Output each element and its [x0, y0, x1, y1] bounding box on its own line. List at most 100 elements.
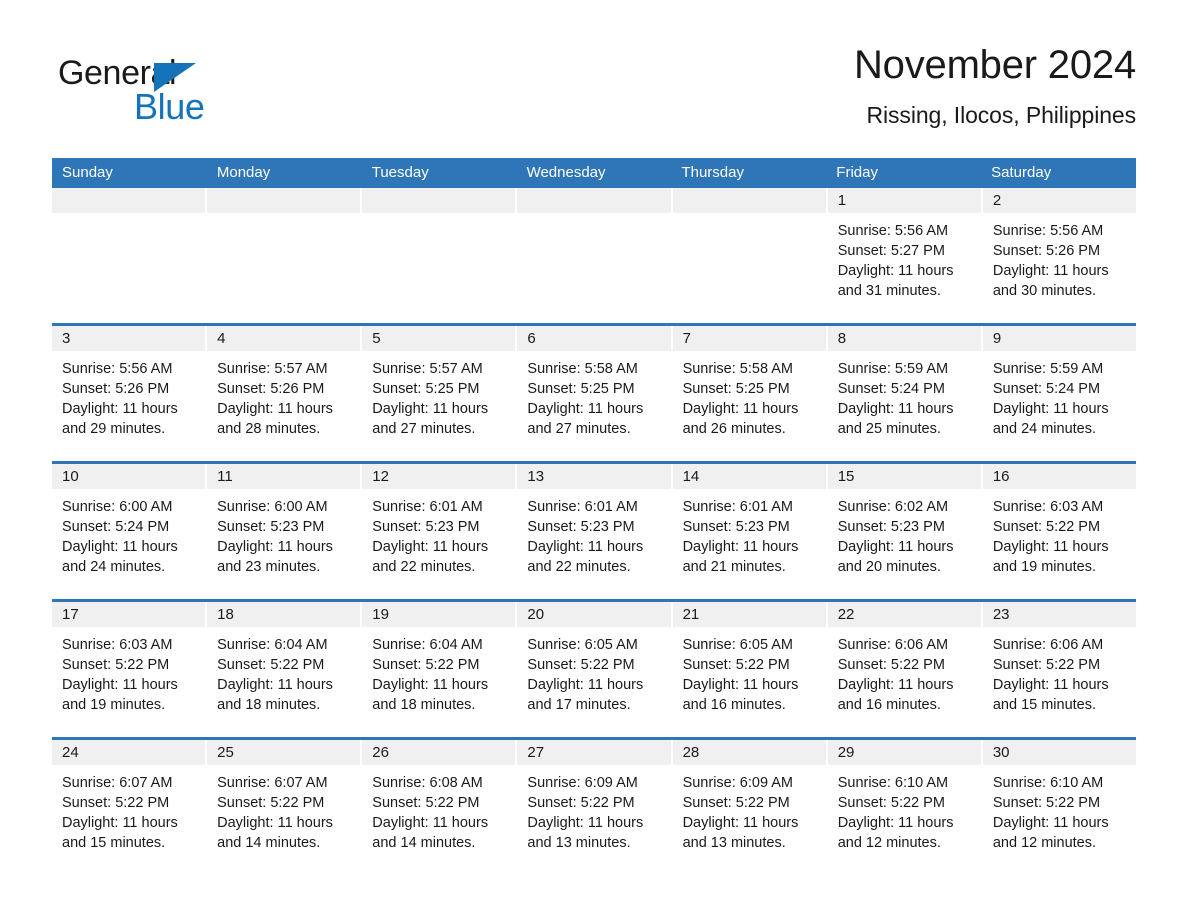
calendar-day-cell[interactable]: 11 Sunrise: 6:00 AM Sunset: 5:23 PM Dayligh…	[207, 464, 363, 599]
day-details: Sunrise: 6:09 AM Sunset: 5:22 PM Daylight:…	[517, 765, 670, 853]
day-daylight2-text: and 19 minutes.	[62, 697, 166, 713]
day-daylight1-text: Daylight: 11 hours	[837, 263, 954, 279]
calendar-day-cell[interactable]: 28 Sunrise: 6:09 AM Sunset: 5:22 PM Dayligh…	[672, 740, 828, 853]
calendar-day-cell[interactable]: 8 Sunrise: 5:59 AM Sunset: 5:24 PM Daylight…	[827, 326, 983, 461]
calendar-day-cell[interactable]: 29 Sunrise: 6:10 AM Sunset: 5:22 PM Dayligh…	[827, 740, 983, 853]
calendar-day-cell[interactable]: 30 Sunrise: 6:10 AM Sunset: 5:22 PM Dayligh…	[982, 740, 1136, 853]
calendar-day-cell[interactable]: 10 Sunrise: 6:00 AM Sunset: 5:24 PM Dayligh…	[52, 464, 208, 599]
day-number: 19	[362, 602, 516, 627]
calendar-day-cell[interactable]: 14 Sunrise: 6:01 AM Sunset: 5:23 PM Dayligh…	[672, 464, 828, 599]
day-daylight2-text: and 17 minutes.	[527, 697, 631, 713]
weekday-header-row: Sunday Monday Tuesday Wednesday Thursday…	[52, 158, 1136, 188]
day-sunrise-text: Sunrise: 6:03 AM	[992, 499, 1104, 515]
calendar-day-cell[interactable]: 6 Sunrise: 5:58 AM Sunset: 5:25 PM Daylight…	[517, 326, 673, 461]
day-details: Sunrise: 6:03 AM Sunset: 5:22 PM Daylight:…	[983, 489, 1136, 599]
calendar-day-cell[interactable]: 22 Sunrise: 6:06 AM Sunset: 5:22 PM Dayligh…	[827, 602, 983, 737]
day-daylight2-text: and 14 minutes.	[372, 835, 476, 851]
day-sunset-text: Sunset: 5:24 PM	[837, 381, 945, 397]
day-sunset-text: Sunset: 5:26 PM	[992, 243, 1101, 259]
day-daylight2-text: and 27 minutes.	[527, 421, 631, 437]
day-sunrise-text: Sunrise: 6:03 AM	[62, 637, 173, 653]
day-sunrise-text: Sunrise: 5:57 AM	[217, 361, 328, 377]
calendar-day-cell[interactable]: 26 Sunrise: 6:08 AM Sunset: 5:22 PM Dayligh…	[362, 740, 518, 853]
day-number: 14	[672, 464, 826, 489]
calendar-day-cell[interactable]: 16 Sunrise: 6:03 AM Sunset: 5:22 PM Dayligh…	[982, 464, 1136, 599]
day-sunrise-text: Sunrise: 6:02 AM	[837, 499, 949, 515]
day-daylight1-text: Daylight: 11 hours	[62, 401, 178, 417]
day-daylight1-text: Daylight: 11 hours	[682, 815, 799, 831]
calendar-day-cell[interactable]: 23 Sunrise: 6:06 AM Sunset: 5:22 PM Dayligh…	[982, 602, 1136, 737]
calendar-day-cell-empty	[517, 188, 673, 323]
day-number: 13	[517, 464, 671, 489]
day-sunset-text: Sunset: 5:22 PM	[837, 795, 945, 811]
day-sunset-text: Sunset: 5:22 PM	[682, 795, 790, 811]
day-sunset-text: Sunset: 5:25 PM	[682, 381, 790, 397]
calendar-day-cell[interactable]: 4 Sunrise: 5:57 AM Sunset: 5:26 PM Daylight…	[207, 326, 363, 461]
day-sunset-text: Sunset: 5:25 PM	[372, 381, 480, 397]
day-sunrise-text: Sunrise: 6:01 AM	[527, 499, 638, 515]
general-blue-logo[interactable]: General Blue	[58, 54, 318, 134]
calendar-day-cell[interactable]: 19 Sunrise: 6:04 AM Sunset: 5:22 PM Dayligh…	[362, 602, 518, 737]
calendar-week-row: 17 Sunrise: 6:03 AM Sunset: 5:22 PM Dayligh…	[52, 599, 1136, 737]
day-daylight2-text: and 13 minutes.	[682, 835, 786, 851]
day-number	[362, 188, 516, 213]
calendar-day-cell[interactable]: 12 Sunrise: 6:01 AM Sunset: 5:23 PM Dayligh…	[362, 464, 518, 599]
day-sunrise-text: Sunrise: 6:04 AM	[372, 637, 483, 653]
day-details: Sunrise: 5:57 AM Sunset: 5:25 PM Daylight:…	[362, 351, 515, 461]
calendar-day-cell-empty	[52, 188, 208, 323]
calendar-day-cell[interactable]: 9 Sunrise: 5:59 AM Sunset: 5:24 PM Daylight…	[982, 326, 1136, 461]
calendar-day-cell[interactable]: 24 Sunrise: 6:07 AM Sunset: 5:22 PM Dayligh…	[52, 740, 208, 853]
day-sunrise-text: Sunrise: 6:10 AM	[992, 775, 1104, 791]
day-details: Sunrise: 6:04 AM Sunset: 5:22 PM Daylight:…	[207, 627, 360, 737]
day-sunset-text: Sunset: 5:25 PM	[527, 381, 635, 397]
day-daylight2-text: and 21 minutes.	[682, 559, 786, 575]
day-number: 2	[982, 188, 1136, 213]
day-details	[362, 213, 515, 323]
day-daylight2-text: and 25 minutes.	[837, 421, 941, 437]
day-number: 29	[827, 740, 981, 765]
day-daylight2-text: and 15 minutes.	[62, 835, 166, 851]
calendar-day-cell[interactable]: 27 Sunrise: 6:09 AM Sunset: 5:22 PM Dayligh…	[517, 740, 673, 853]
day-daylight2-text: and 13 minutes.	[527, 835, 631, 851]
day-number	[52, 188, 206, 213]
day-details: Sunrise: 6:00 AM Sunset: 5:23 PM Daylight:…	[207, 489, 360, 599]
calendar-week-row: 10 Sunrise: 6:00 AM Sunset: 5:24 PM Dayligh…	[52, 461, 1136, 599]
calendar-day-cell[interactable]: 1 Sunrise: 5:56 AM Sunset: 5:27 PM Daylight…	[827, 188, 983, 323]
day-daylight1-text: Daylight: 11 hours	[372, 539, 489, 555]
day-daylight2-text: and 18 minutes.	[217, 697, 321, 713]
day-number: 6	[517, 326, 671, 351]
weekday-header-thursday: Thursday	[681, 164, 744, 181]
calendar-day-cell[interactable]: 17 Sunrise: 6:03 AM Sunset: 5:22 PM Dayligh…	[52, 602, 208, 737]
day-number: 7	[672, 326, 826, 351]
day-sunset-text: Sunset: 5:22 PM	[217, 795, 325, 811]
calendar-day-cell[interactable]: 25 Sunrise: 6:07 AM Sunset: 5:22 PM Dayligh…	[207, 740, 363, 853]
day-sunset-text: Sunset: 5:22 PM	[682, 657, 790, 673]
day-sunrise-text: Sunrise: 6:05 AM	[527, 637, 638, 653]
calendar-day-cell[interactable]: 2 Sunrise: 5:56 AM Sunset: 5:26 PM Daylight…	[982, 188, 1136, 323]
calendar-day-cell[interactable]: 21 Sunrise: 6:05 AM Sunset: 5:22 PM Dayligh…	[672, 602, 828, 737]
calendar-day-cell[interactable]: 15 Sunrise: 6:02 AM Sunset: 5:23 PM Dayligh…	[827, 464, 983, 599]
day-number: 26	[362, 740, 516, 765]
calendar-day-cell[interactable]: 7 Sunrise: 5:58 AM Sunset: 5:25 PM Daylight…	[672, 326, 828, 461]
calendar-day-cell[interactable]: 20 Sunrise: 6:05 AM Sunset: 5:22 PM Dayligh…	[517, 602, 673, 737]
day-details: Sunrise: 6:09 AM Sunset: 5:22 PM Daylight:…	[673, 765, 826, 853]
calendar-day-cell[interactable]: 3 Sunrise: 5:56 AM Sunset: 5:26 PM Daylight…	[52, 326, 208, 461]
calendar-day-cell-empty	[362, 188, 518, 323]
day-daylight1-text: Daylight: 11 hours	[682, 539, 799, 555]
page-subtitle-location: Rissing, Ilocos, Philippines	[866, 102, 1137, 128]
day-number: 5	[362, 326, 516, 351]
day-sunset-text: Sunset: 5:22 PM	[992, 519, 1101, 535]
day-details: Sunrise: 6:10 AM Sunset: 5:22 PM Daylight:…	[983, 765, 1136, 853]
day-details	[517, 213, 670, 323]
calendar-day-cell[interactable]: 13 Sunrise: 6:01 AM Sunset: 5:23 PM Dayligh…	[517, 464, 673, 599]
calendar-page: General Blue November 2024 Rissing, Iloc…	[0, 0, 1188, 918]
calendar-day-cell[interactable]: 5 Sunrise: 5:57 AM Sunset: 5:25 PM Daylight…	[362, 326, 518, 461]
weekday-header-sunday: Sunday	[62, 164, 113, 181]
day-number: 20	[517, 602, 671, 627]
day-details: Sunrise: 6:02 AM Sunset: 5:23 PM Daylight:…	[828, 489, 981, 599]
day-sunrise-text: Sunrise: 6:01 AM	[682, 499, 793, 515]
day-daylight1-text: Daylight: 11 hours	[62, 815, 178, 831]
day-details: Sunrise: 6:08 AM Sunset: 5:22 PM Daylight:…	[362, 765, 515, 853]
day-sunrise-text: Sunrise: 6:07 AM	[217, 775, 328, 791]
calendar-day-cell[interactable]: 18 Sunrise: 6:04 AM Sunset: 5:22 PM Dayligh…	[207, 602, 363, 737]
